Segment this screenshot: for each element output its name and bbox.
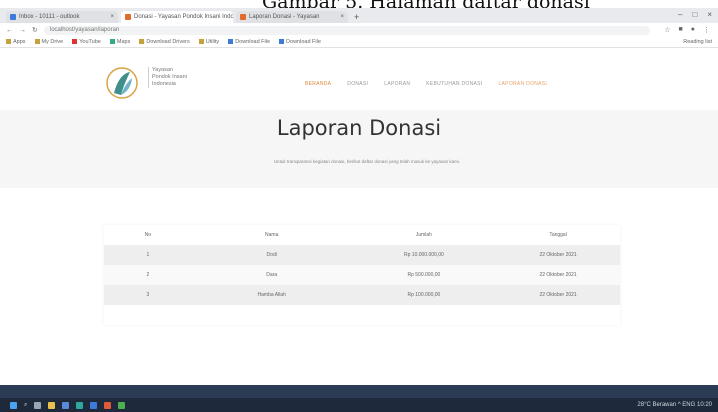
bookmark-item[interactable]: Download File xyxy=(228,39,270,45)
table-cell: Dara xyxy=(191,265,352,285)
reading-list-button[interactable]: Reading list xyxy=(683,39,718,45)
main-menu: BERANDA DONASI LAPORAN KEBUTUHAN DONASI … xyxy=(305,81,547,87)
bookmark-item[interactable]: Maps xyxy=(109,39,131,45)
bookmark-label: Utility xyxy=(205,39,220,45)
page-subtitle: Untuk transparansi kegiatan donasi, beri… xyxy=(273,159,461,164)
folder-icon xyxy=(198,39,204,45)
edge-icon[interactable] xyxy=(76,401,84,409)
table-cell: 22 Oktober 2021 xyxy=(496,285,620,305)
page-title: Laporan Donasi xyxy=(276,116,442,140)
close-window-button[interactable]: × xyxy=(707,8,712,22)
bookmark-item[interactable]: YouTube xyxy=(72,39,101,45)
maximize-button[interactable]: □ xyxy=(692,8,697,22)
table-cell: 3 xyxy=(104,285,192,305)
reload-icon[interactable]: ↻ xyxy=(32,26,38,34)
column-header: Jumlah xyxy=(415,232,432,238)
bookmarks-bar: Apps My Drive YouTube Maps Download Driv… xyxy=(0,37,718,48)
search-icon[interactable]: ⌕ xyxy=(24,402,27,409)
bookmark-item[interactable]: My Drive xyxy=(34,39,64,45)
maps-icon xyxy=(109,39,115,45)
close-tab-icon[interactable]: × xyxy=(340,11,344,23)
address-bar[interactable]: localhost/yayasan/laporan xyxy=(43,25,650,35)
chrome-icon[interactable] xyxy=(104,401,112,409)
donation-table-card: No Nama Jumlah Tanggal 1 Dodi Rp 10.000.… xyxy=(104,225,620,325)
browser-tab-label: Laporan Donasi - Yayasan xyxy=(249,14,320,20)
browser-tab[interactable]: Inbox - 10111 - outlook × xyxy=(6,11,118,23)
bookmark-item[interactable]: Apps xyxy=(6,39,26,45)
site-navbar: Yayasan Pondok Insani Indonesia BERANDA … xyxy=(0,48,718,110)
store-icon[interactable] xyxy=(62,401,70,409)
profile-avatar[interactable]: ● xyxy=(691,26,695,34)
windows-start-icon[interactable] xyxy=(10,401,17,409)
extensions-icon[interactable]: ■ xyxy=(679,26,683,34)
menu-item-donasi[interactable]: DONASI xyxy=(347,81,368,87)
menu-item-laporan[interactable]: LAPORAN xyxy=(384,81,410,87)
menu-item-beranda[interactable]: BERANDA xyxy=(305,81,331,87)
table-cell: Dodi xyxy=(191,245,352,265)
bookmark-item[interactable]: Download Drivers xyxy=(139,39,190,45)
new-tab-button[interactable]: + xyxy=(351,11,362,23)
site-favicon-icon xyxy=(125,14,131,20)
back-icon[interactable]: ← xyxy=(6,27,13,34)
system-tray[interactable]: 28°C Berawan ^ ENG 10:20 xyxy=(637,402,718,408)
table-cell: 22 Oktober 2021 xyxy=(496,245,620,265)
browser-tab[interactable]: Laporan Donasi - Yayasan × xyxy=(236,11,348,23)
bookmark-item[interactable]: Download File xyxy=(279,39,321,45)
mail-icon[interactable] xyxy=(90,401,98,409)
yayasan-logo-icon[interactable] xyxy=(105,66,141,100)
table-row: 2 Dara Rp 500.000,00 22 Oktober 2021 xyxy=(104,265,620,285)
menu-item-laporan-donasi[interactable]: LAPORAN DONASI xyxy=(498,81,547,87)
browser-tab-label: Donasi - Yayasan Pondok Insani Indonesia xyxy=(134,14,233,20)
table-cell: Rp 100.000,00 xyxy=(351,285,497,305)
close-tab-icon[interactable]: × xyxy=(110,11,114,23)
file-icon xyxy=(279,39,285,45)
table-cell: Hamba Allah xyxy=(191,285,352,305)
table-cell: Rp 500.000,00 xyxy=(351,265,497,285)
browser-tab-label: Inbox - 10111 - outlook xyxy=(19,14,80,20)
table-row: 3 Hamba Allah Rp 100.000,00 22 Oktober 2… xyxy=(104,285,620,305)
logo-text: Yayasan Pondok Insani Indonesia xyxy=(148,67,187,88)
apps-icon xyxy=(6,39,11,45)
table-row: 1 Dodi Rp 10.000.000,00 22 Oktober 2021 xyxy=(104,245,620,265)
column-header: No xyxy=(144,232,152,238)
table-cell: 22 Oktober 2021 xyxy=(496,265,620,285)
minimize-button[interactable]: – xyxy=(678,8,682,22)
bookmark-label: Download Drivers xyxy=(146,39,190,45)
window-controls: – □ × xyxy=(678,8,712,22)
bookmark-item[interactable]: Utility xyxy=(198,39,220,45)
file-icon xyxy=(228,39,234,45)
browser-toolbar: ← → ↻ localhost/yayasan/laporan ☆ ■ ● ⋮ xyxy=(0,23,718,37)
site-favicon-icon xyxy=(240,14,246,20)
table-header-row: No Nama Jumlah Tanggal xyxy=(104,225,620,245)
bookmark-label: Download File xyxy=(235,39,271,45)
task-view-icon[interactable] xyxy=(34,401,42,409)
bookmark-label: My Drive xyxy=(41,39,64,45)
bookmark-label: Maps xyxy=(116,39,131,45)
forward-icon[interactable]: → xyxy=(19,27,26,34)
os-taskbar: ⌕ 28°C Berawan ^ ENG 10:20 xyxy=(0,398,718,412)
page-hero: Laporan Donasi Untuk transparansi kegiat… xyxy=(0,110,718,188)
browser-tab-bar: Inbox - 10111 - outlook × Donasi - Yayas… xyxy=(0,8,718,23)
browser-tab[interactable]: Donasi - Yayasan Pondok Insani Indonesia… xyxy=(121,11,233,23)
file-explorer-icon[interactable] xyxy=(48,401,56,409)
folder-icon xyxy=(139,39,145,45)
mail-icon xyxy=(10,14,16,20)
column-header: Tanggal xyxy=(549,232,567,238)
menu-item-kebutuhan-donasi[interactable]: KEBUTUHAN DONASI xyxy=(426,81,482,87)
column-header: Nama xyxy=(265,232,279,238)
table-cell: 1 xyxy=(104,245,192,265)
donation-table: No Nama Jumlah Tanggal 1 Dodi Rp 10.000.… xyxy=(104,225,620,305)
star-icon[interactable]: ☆ xyxy=(664,26,670,34)
table-cell: 2 xyxy=(104,265,192,285)
drive-icon xyxy=(34,39,40,45)
app-icon[interactable] xyxy=(118,401,126,409)
menu-icon[interactable]: ⋮ xyxy=(703,26,710,34)
bookmark-label: YouTube xyxy=(79,39,101,45)
bookmark-label: Apps xyxy=(13,39,26,45)
table-cell: Rp 10.000.000,00 xyxy=(351,245,497,265)
bookmark-label: Download File xyxy=(286,39,321,45)
youtube-icon xyxy=(72,39,78,45)
